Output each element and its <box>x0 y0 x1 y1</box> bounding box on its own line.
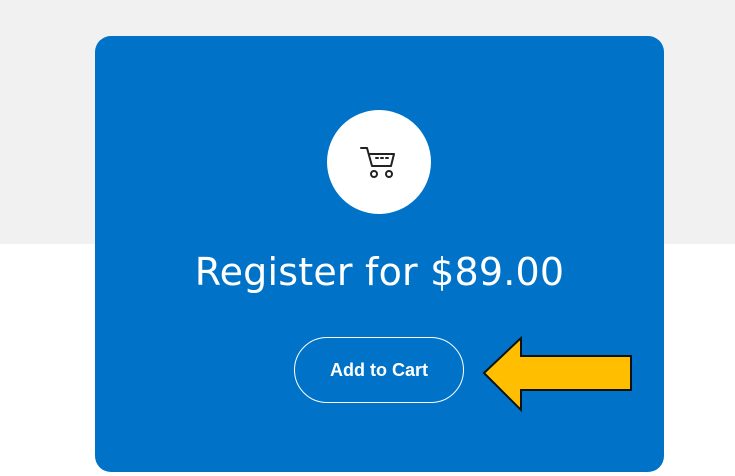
pointer-arrow-icon <box>482 336 632 413</box>
add-to-cart-button[interactable]: Add to Cart <box>294 337 464 403</box>
shopping-cart-icon <box>360 147 395 178</box>
cart-icon-badge <box>327 110 431 214</box>
registration-price-title: Register for $89.00 <box>194 250 565 294</box>
